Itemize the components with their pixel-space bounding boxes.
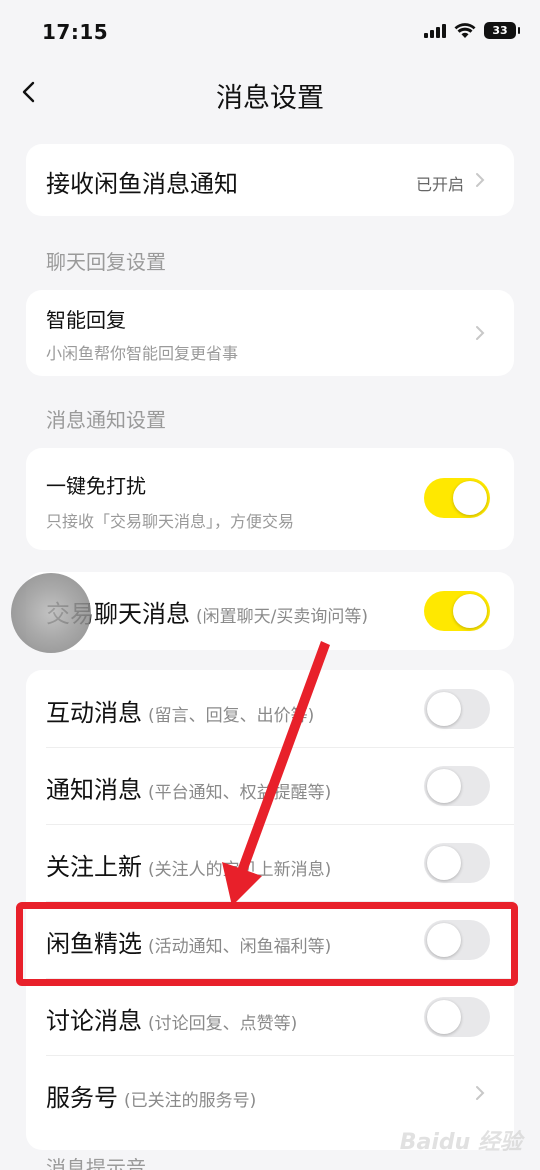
list-item: 闲鱼精选 (活动通知、闲鱼福利等)	[26, 901, 514, 978]
chevron-right-icon	[476, 326, 485, 340]
trade-chat-card: 交易聊天消息 (闲置聊天/买卖询问等)	[26, 572, 514, 650]
discussion-toggle[interactable]	[424, 997, 490, 1037]
follow-new-toggle[interactable]	[424, 843, 490, 883]
signal-icon	[424, 23, 446, 38]
battery-icon: 33	[484, 22, 520, 39]
dnd-toggle[interactable]	[424, 478, 490, 518]
status-icons: 33	[424, 22, 520, 39]
item-text: 服务号 (已关注的服务号)	[46, 1078, 256, 1113]
toggle-knob	[427, 923, 461, 957]
item-title: 服务号	[46, 1084, 118, 1112]
section-notify: 消息通知设置	[46, 408, 166, 432]
smart-reply-title: 智能回复	[46, 308, 126, 332]
list-item: 通知消息 (平台通知、权益提醒等)	[26, 747, 514, 824]
item-hint: (已关注的服务号)	[124, 1091, 257, 1111]
item-title: 通知消息	[46, 776, 142, 804]
receive-notify-status: 已开启	[415, 175, 464, 194]
section-chat-reply: 聊天回复设置	[46, 250, 166, 274]
smart-reply-subtitle: 小闲鱼帮你智能回复更省事	[46, 344, 239, 363]
wifi-icon	[454, 22, 476, 38]
item-text: 闲鱼精选 (活动通知、闲鱼福利等)	[46, 924, 331, 959]
nav-bar: 消息设置	[0, 64, 540, 124]
status-bar: 17:15 33	[0, 0, 540, 64]
trade-chat-toggle[interactable]	[424, 591, 490, 631]
trade-chat-hint: (闲置聊天/买卖询问等)	[196, 607, 368, 627]
chevron-right-icon	[476, 1086, 485, 1100]
item-hint: (活动通知、闲鱼福利等)	[148, 937, 332, 957]
interaction-toggle[interactable]	[424, 689, 490, 729]
toggle-knob	[427, 1000, 461, 1034]
featured-toggle[interactable]	[424, 920, 490, 960]
message-types-card: 互动消息 (留言、回复、出价等) 通知消息 (平台通知、权益提醒等) 关注上新 (关注…	[26, 670, 514, 1150]
toggle-knob	[453, 594, 487, 628]
toggle-knob	[427, 692, 461, 726]
list-item: 互动消息 (留言、回复、出价等)	[26, 670, 514, 747]
item-text: 通知消息 (平台通知、权益提醒等)	[46, 770, 331, 805]
touch-indicator	[11, 573, 91, 653]
item-hint: (留言、回复、出价等)	[148, 706, 315, 726]
notify-toggle[interactable]	[424, 766, 490, 806]
item-hint: (讨论回复、点赞等)	[148, 1014, 298, 1034]
section-sound: 消息提示音	[46, 1156, 146, 1170]
receive-notify-card[interactable]: 接收闲鱼消息通知 已开启	[26, 144, 514, 216]
item-hint: (平台通知、权益提醒等)	[148, 783, 332, 803]
item-title: 闲鱼精选	[46, 930, 142, 958]
page-title: 消息设置	[216, 83, 324, 114]
item-title: 互动消息	[46, 699, 142, 727]
trade-chat-row: 交易聊天消息 (闲置聊天/买卖询问等)	[46, 594, 368, 629]
receive-notify-label: 接收闲鱼消息通知	[46, 170, 238, 198]
item-title: 关注上新	[46, 853, 142, 881]
toggle-knob	[427, 846, 461, 880]
chevron-right-icon	[476, 173, 485, 187]
item-hint: (关注人的宝贝上新消息)	[148, 860, 332, 880]
item-title: 讨论消息	[46, 1007, 142, 1035]
smart-reply-card[interactable]: 智能回复 小闲鱼帮你智能回复更省事	[26, 290, 514, 376]
dnd-title: 一键免打扰	[46, 474, 146, 498]
item-text: 互动消息 (留言、回复、出价等)	[46, 693, 314, 728]
item-text: 讨论消息 (讨论回复、点赞等)	[46, 1001, 297, 1036]
toggle-knob	[453, 481, 487, 515]
toggle-knob	[427, 769, 461, 803]
status-time: 17:15	[42, 20, 109, 44]
list-item: 关注上新 (关注人的宝贝上新消息)	[26, 824, 514, 901]
list-item: 讨论消息 (讨论回复、点赞等)	[26, 978, 514, 1055]
service-account-row[interactable]: 服务号 (已关注的服务号)	[26, 1055, 514, 1132]
dnd-card: 一键免打扰 只接收「交易聊天消息」，方便交易	[26, 448, 514, 550]
dnd-subtitle: 只接收「交易聊天消息」，方便交易	[46, 512, 295, 531]
watermark: Baidu 经验	[399, 1130, 522, 1155]
item-text: 关注上新 (关注人的宝贝上新消息)	[46, 847, 331, 882]
